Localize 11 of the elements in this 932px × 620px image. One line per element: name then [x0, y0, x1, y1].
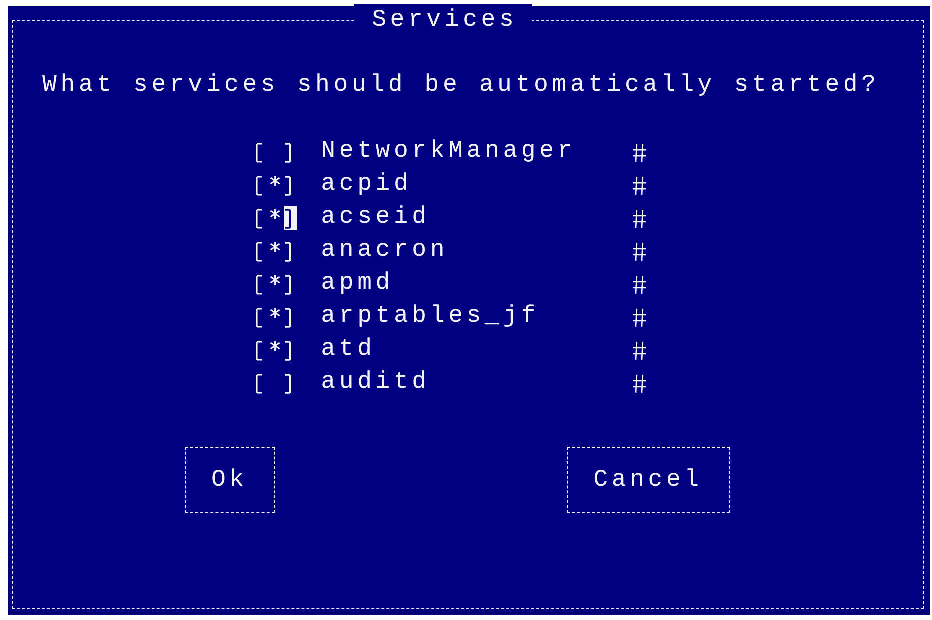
- service-label[interactable]: acseid: [321, 200, 631, 234]
- service-label[interactable]: auditd: [321, 366, 631, 398]
- cancel-button[interactable]: Cancel: [566, 447, 730, 513]
- service-label[interactable]: NetworkManager: [321, 134, 631, 168]
- prompt-text: What services should be automatically started?: [42, 70, 881, 100]
- service-label[interactable]: atd: [321, 332, 631, 366]
- ok-button[interactable]: Ok: [184, 447, 275, 513]
- service-label[interactable]: apmd: [321, 266, 631, 300]
- service-label[interactable]: acpid: [321, 168, 631, 200]
- service-label[interactable]: anacron: [321, 234, 631, 266]
- service-label[interactable]: arptables_jf: [321, 300, 631, 332]
